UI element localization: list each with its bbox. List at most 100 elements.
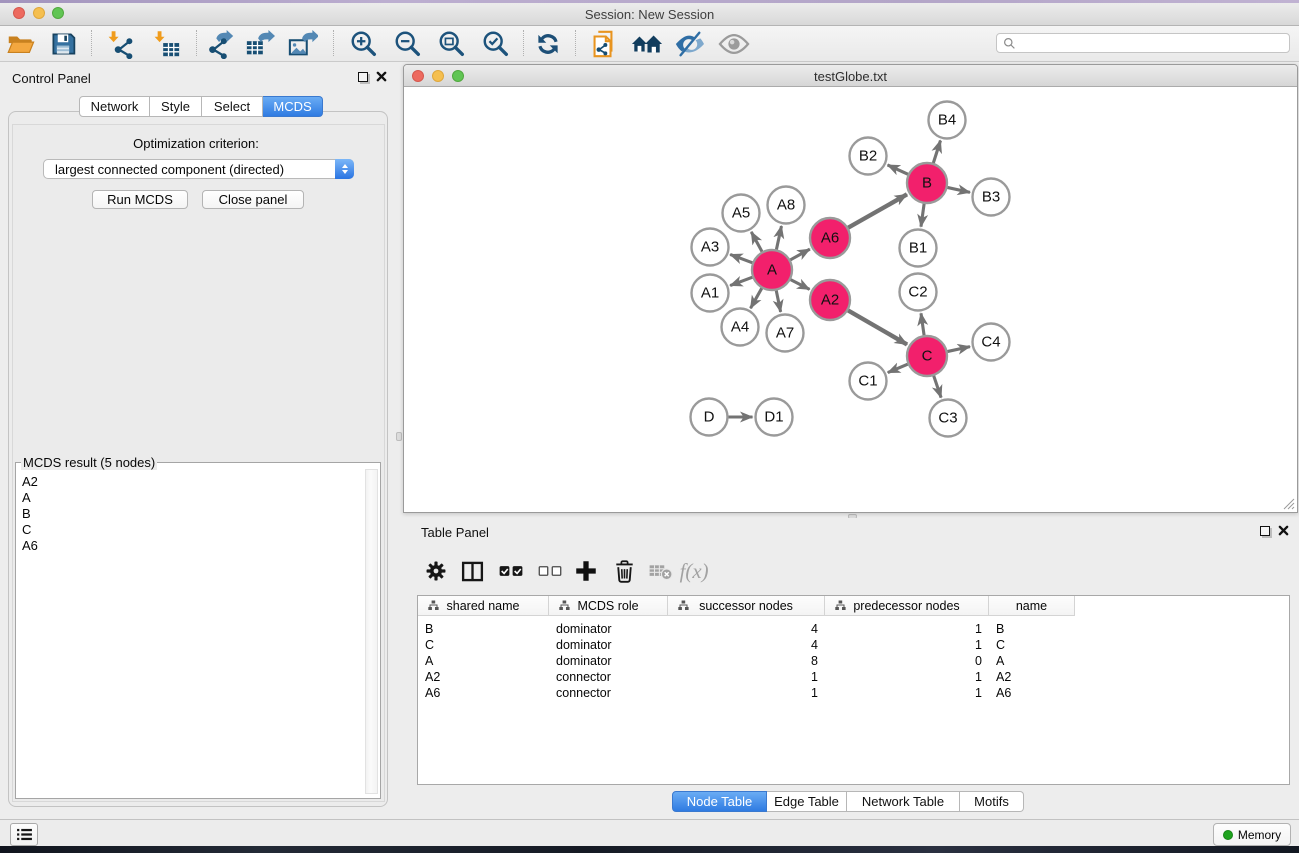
zoom-selected-icon[interactable] — [479, 28, 513, 60]
run-mcds-button[interactable]: Run MCDS — [92, 190, 188, 209]
column-header-MCDS-role[interactable]: MCDS role — [549, 596, 668, 616]
table-cell[interactable]: B — [989, 621, 1075, 637]
table-cell[interactable]: C — [989, 637, 1075, 653]
save-session-icon[interactable] — [46, 28, 80, 60]
mcds-result-item[interactable]: B — [22, 506, 38, 522]
float-table-panel-icon[interactable] — [1260, 526, 1270, 536]
table-row-B[interactable]: Bdominator41B — [418, 621, 1075, 637]
table-cell[interactable]: A — [418, 653, 549, 669]
table-cell[interactable]: A — [989, 653, 1075, 669]
tab-style[interactable]: Style — [150, 96, 202, 117]
table-cell[interactable]: A6 — [418, 685, 549, 701]
graph-edge-A-A6[interactable] — [789, 249, 810, 261]
table-cell[interactable]: 1 — [668, 669, 825, 685]
memory-button[interactable]: Memory — [1213, 823, 1291, 846]
close-panel-button[interactable]: Close panel — [202, 190, 304, 209]
export-table-icon[interactable] — [243, 28, 277, 60]
table-cell[interactable]: dominator — [549, 653, 668, 669]
mcds-result-item[interactable]: A6 — [22, 538, 38, 554]
add-column-icon[interactable] — [570, 555, 602, 587]
table-cell[interactable]: 4 — [668, 637, 825, 653]
column-header-predecessor-nodes[interactable]: predecessor nodes — [825, 596, 989, 616]
hide-selected-icon[interactable] — [672, 28, 706, 60]
criterion-dropdown[interactable]: largest connected component (directed) — [43, 159, 354, 179]
mcds-result-scrollbar[interactable] — [365, 469, 378, 794]
table-cell[interactable]: 1 — [825, 621, 989, 637]
import-table-icon[interactable] — [149, 28, 183, 60]
window-resize-grip[interactable] — [1283, 498, 1295, 510]
network-window-titlebar[interactable]: testGlobe.txt — [404, 65, 1297, 87]
table-settings-icon[interactable] — [420, 555, 452, 587]
network-canvas[interactable]: AA6A2BCA5A8A3A1A4A7B2B4B3B1C2C4C1C3DD1 — [404, 87, 1297, 512]
table-cell[interactable]: connector — [549, 669, 668, 685]
vertical-split-grip[interactable] — [396, 432, 402, 441]
mcds-result-item[interactable]: C — [22, 522, 38, 538]
graph-edge-A-A4[interactable] — [751, 287, 763, 309]
zoom-out-icon[interactable] — [391, 28, 425, 60]
export-image-icon[interactable] — [286, 28, 320, 60]
graph-edge-C-C4[interactable] — [946, 347, 970, 352]
delete-table-icon[interactable] — [645, 555, 677, 587]
delete-column-icon[interactable] — [608, 555, 640, 587]
table-row-A[interactable]: Adominator80A — [418, 653, 1075, 669]
tab-network-table[interactable]: Network Table — [847, 791, 960, 812]
close-table-panel-icon[interactable] — [1278, 525, 1289, 536]
table-cell[interactable]: dominator — [549, 637, 668, 653]
table-cell[interactable]: 4 — [668, 621, 825, 637]
deselect-all-rows-icon[interactable] — [534, 555, 566, 587]
column-header-successor-nodes[interactable]: successor nodes — [668, 596, 825, 616]
tab-select[interactable]: Select — [202, 96, 263, 117]
column-header-shared-name[interactable]: shared name — [418, 596, 549, 616]
tab-motifs[interactable]: Motifs — [960, 791, 1024, 812]
table-row-A2[interactable]: A2connector11A2 — [418, 669, 1075, 685]
first-neighbors-icon[interactable] — [630, 28, 664, 60]
apply-function-icon[interactable]: f(x) — [675, 555, 719, 587]
export-network-icon[interactable] — [204, 28, 238, 60]
table-cell[interactable]: A2 — [418, 669, 549, 685]
table-cell[interactable]: B — [418, 621, 549, 637]
graph-edge-A-A3[interactable] — [730, 254, 754, 263]
table-cell[interactable]: 1 — [825, 685, 989, 701]
zoom-fit-icon[interactable] — [435, 28, 469, 60]
graph-edge-C-C3[interactable] — [933, 374, 941, 398]
select-all-rows-icon[interactable] — [495, 555, 527, 587]
open-file-icon[interactable] — [3, 28, 37, 60]
table-cell[interactable]: 8 — [668, 653, 825, 669]
table-cell[interactable]: C — [418, 637, 549, 653]
zoom-in-icon[interactable] — [347, 28, 381, 60]
show-all-icon[interactable] — [717, 28, 751, 60]
table-cell[interactable]: 1 — [825, 669, 989, 685]
graph-edge-A2-C[interactable] — [846, 309, 907, 344]
table-cell[interactable]: 1 — [825, 637, 989, 653]
table-row-A6[interactable]: A6connector11A6 — [418, 685, 1075, 701]
column-layout-icon[interactable] — [456, 555, 488, 587]
table-cell[interactable]: 0 — [825, 653, 989, 669]
table-cell[interactable]: dominator — [549, 621, 668, 637]
table-cell[interactable]: connector — [549, 685, 668, 701]
graph-edge-C-C2[interactable] — [921, 313, 924, 337]
clone-network-icon[interactable] — [586, 28, 620, 60]
table-cell[interactable]: A2 — [989, 669, 1075, 685]
tab-node-table[interactable]: Node Table — [672, 791, 767, 812]
graph-edge-A-A7[interactable] — [776, 289, 781, 312]
mcds-result-item[interactable]: A — [22, 490, 38, 506]
tab-mcds[interactable]: MCDS — [263, 96, 323, 117]
column-header-name[interactable]: name — [989, 596, 1075, 616]
graph-edge-A-A5[interactable] — [751, 232, 763, 253]
refresh-icon[interactable] — [531, 28, 565, 60]
graph-edge-C-C1[interactable] — [888, 363, 910, 372]
graph-edge-B-B1[interactable] — [921, 202, 924, 227]
tab-network[interactable]: Network — [79, 96, 150, 117]
graph-edge-B-B3[interactable] — [946, 187, 970, 192]
float-panel-icon[interactable] — [358, 72, 368, 82]
graph-edge-A-A2[interactable] — [789, 279, 810, 290]
graph-edge-B-B4[interactable] — [933, 140, 941, 164]
graph-edge-A-A1[interactable] — [730, 277, 754, 286]
search-input[interactable] — [996, 33, 1290, 53]
graph-edge-A-A8[interactable] — [776, 226, 781, 251]
table-row-C[interactable]: Cdominator41C — [418, 637, 1075, 653]
import-network-icon[interactable] — [103, 28, 137, 60]
table-cell[interactable]: 1 — [668, 685, 825, 701]
close-panel-icon[interactable] — [376, 71, 387, 82]
graph-edge-A6-B[interactable] — [847, 194, 907, 228]
